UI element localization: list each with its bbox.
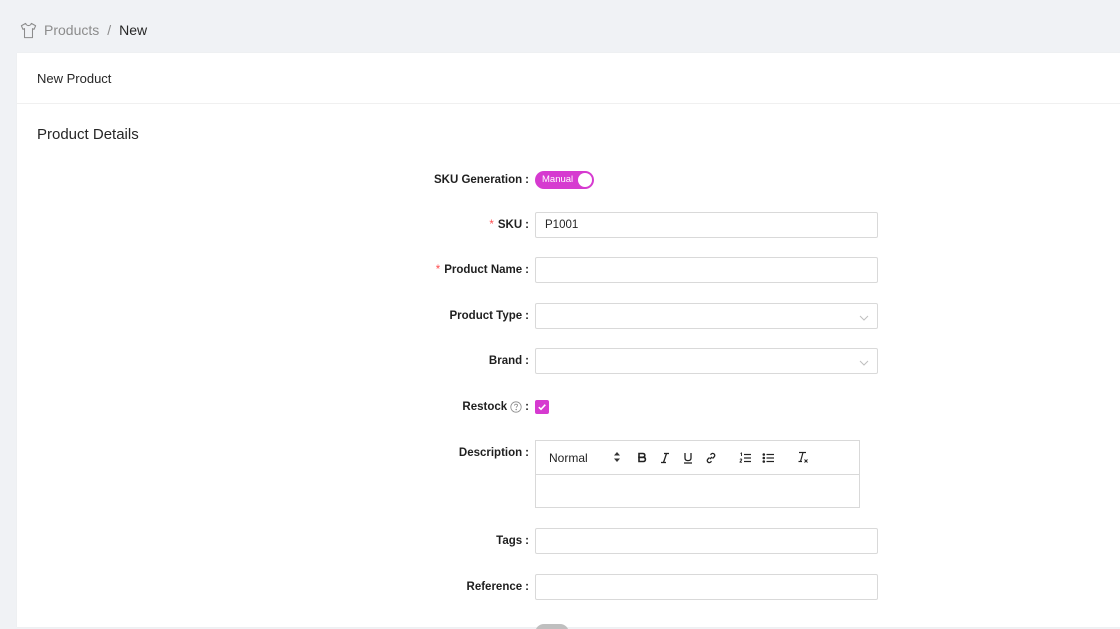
restock-checkbox[interactable]	[535, 400, 549, 414]
section-title: Product Details	[37, 126, 139, 143]
tshirt-icon	[19, 21, 38, 40]
sku-generation-row: SKU Generation: Manual	[17, 167, 1120, 193]
sku-generation-control: Manual	[535, 167, 594, 189]
brand-row: Brand:	[17, 348, 1120, 374]
description-label: Description:	[458, 447, 529, 459]
new-product-card: New Product Product Details SKU Generati…	[17, 53, 1120, 629]
toggle-label: Manual	[542, 174, 574, 185]
underline-icon[interactable]	[679, 449, 697, 467]
tags-row: Tags:	[17, 528, 1120, 554]
editor-toolbar: Normal	[536, 441, 859, 475]
reference-input[interactable]	[535, 574, 878, 600]
italic-icon[interactable]	[656, 449, 674, 467]
sku-generation-toggle[interactable]: Manual	[535, 171, 594, 189]
sku-label: * SKU:	[489, 219, 529, 231]
restock-label: Restock :	[462, 401, 529, 413]
product-type-select[interactable]	[535, 303, 878, 329]
next-row-partial	[17, 623, 1120, 629]
description-row: Description: Normal	[17, 440, 1120, 510]
required-mark: *	[489, 219, 494, 231]
clear-format-icon[interactable]	[793, 449, 811, 467]
restock-row: Restock :	[17, 394, 1120, 420]
card-title: New Product	[37, 70, 112, 86]
brand-label: Brand:	[488, 355, 529, 367]
ordered-list-icon[interactable]	[736, 449, 754, 467]
chevron-down-icon	[859, 310, 869, 321]
tags-label: Tags:	[496, 535, 529, 547]
product-name-input[interactable]	[535, 257, 878, 283]
description-editor-body[interactable]	[536, 475, 859, 508]
link-icon[interactable]	[702, 449, 720, 467]
product-type-row: Product Type:	[17, 303, 1120, 329]
breadcrumb-current: New	[119, 22, 148, 38]
bold-icon[interactable]	[633, 449, 651, 467]
breadcrumb-separator: /	[107, 22, 112, 38]
heading-select[interactable]: Normal	[549, 451, 621, 465]
breadcrumb-products-link[interactable]: Products	[44, 22, 99, 38]
product-name-label: * Product Name:	[435, 264, 529, 276]
card-header: New Product	[17, 53, 1120, 104]
description-editor: Normal	[535, 440, 860, 508]
reference-row: Reference:	[17, 574, 1120, 600]
brand-select[interactable]	[535, 348, 878, 374]
sku-input[interactable]: P1001	[535, 212, 878, 238]
tags-input[interactable]	[535, 528, 878, 554]
reference-label: Reference:	[466, 581, 529, 593]
required-mark: *	[435, 264, 441, 276]
sort-arrows-icon	[613, 451, 621, 465]
toggle-knob	[578, 173, 592, 187]
bullet-list-icon[interactable]	[759, 449, 777, 467]
heading-select-value: Normal	[549, 450, 588, 465]
sku-row: * SKU: P1001	[17, 212, 1120, 238]
product-type-label: Product Type:	[449, 310, 529, 322]
question-circle-icon[interactable]	[510, 401, 522, 413]
breadcrumb: Products / New	[19, 20, 147, 40]
product-name-row: * Product Name:	[17, 257, 1120, 283]
check-icon	[538, 404, 546, 411]
chevron-down-icon	[859, 355, 869, 366]
sku-generation-label: SKU Generation:	[433, 174, 529, 186]
